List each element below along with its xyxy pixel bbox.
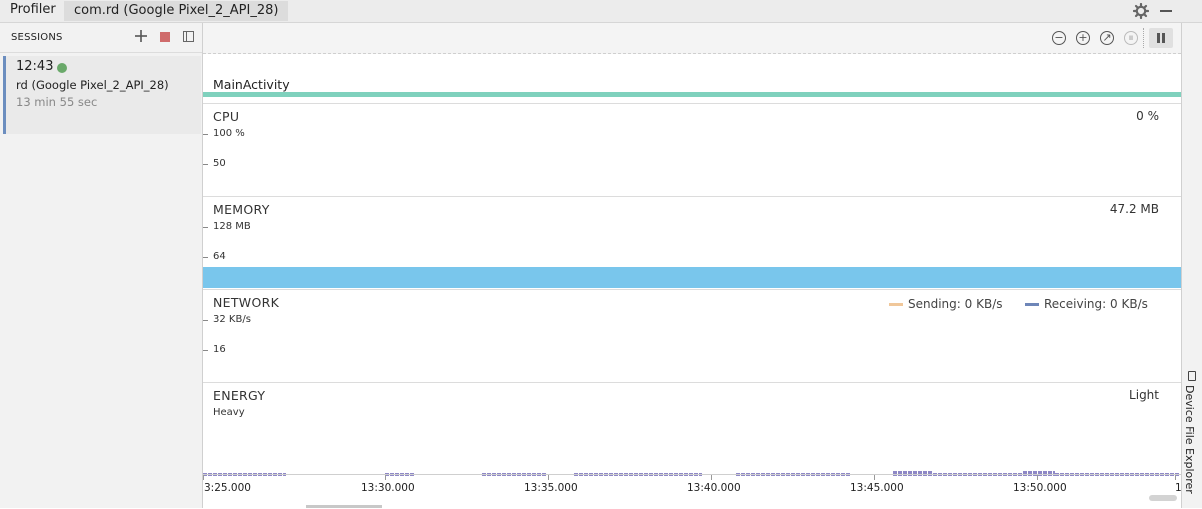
reset-zoom-icon[interactable]: ↗ <box>1100 31 1114 45</box>
time-tick <box>1175 475 1176 480</box>
time-label: 13:40.000 <box>687 482 741 494</box>
memory-title: MEMORY <box>213 202 270 217</box>
sending-legend-swatch <box>889 303 903 306</box>
time-tick <box>203 475 204 480</box>
network-axis-tick <box>203 320 208 321</box>
time-tick <box>711 475 712 480</box>
time-tick <box>385 475 386 480</box>
network-monitor[interactable]: NETWORK Sending: 0 KB/s Receiving: 0 KB/… <box>203 289 1181 382</box>
network-axis-max: 32 KB/s <box>213 314 251 325</box>
session-device-name: rd (Google Pixel_2_API_28) <box>16 78 169 92</box>
memory-value: 47.2 MB <box>1109 202 1159 216</box>
network-axis-tick <box>203 350 208 351</box>
side-tool-strip: Device File Explorer <box>1181 23 1202 508</box>
network-axis-mid: 16 <box>213 344 226 355</box>
profiler-timeline-area: − + ↗ ⏸ MainActivity CPU 0 % 100 % 50 ME… <box>203 23 1182 509</box>
receiving-legend-swatch <box>1025 303 1039 306</box>
receiving-legend: Receiving: 0 KB/s <box>1025 297 1148 311</box>
energy-axis-max: Heavy <box>213 407 245 418</box>
zoom-out-icon[interactable]: − <box>1052 31 1066 45</box>
sessions-panel: SESSIONS 12:43 rd (Google Pixel_2_API_28… <box>0 23 203 508</box>
memory-usage-area <box>203 267 1181 288</box>
cpu-axis-max: 100 % <box>213 128 245 139</box>
activity-label: MainActivity <box>213 77 290 92</box>
plus-icon[interactable] <box>134 29 148 43</box>
zoom-in-icon[interactable]: + <box>1076 31 1090 45</box>
energy-monitor[interactable]: ENERGY Light Heavy <box>203 382 1181 476</box>
device-icon <box>1188 371 1196 381</box>
title-bar: Profiler com.rd (Google Pixel_2_API_28) <box>0 0 1202 23</box>
timeline-toolbar: − + ↗ ⏸ <box>203 23 1181 54</box>
sending-legend: Sending: 0 KB/s <box>889 297 1002 311</box>
cpu-axis-mid: 50 <box>213 158 226 169</box>
pause-icon[interactable] <box>1149 28 1173 48</box>
time-label: 13:35.000 <box>524 482 578 494</box>
sessions-header: SESSIONS <box>0 23 202 53</box>
receiving-legend-label: Receiving: 0 KB/s <box>1044 297 1148 311</box>
time-tick <box>548 475 549 480</box>
network-title: NETWORK <box>213 295 280 310</box>
timeline-scrollbar[interactable] <box>1149 495 1177 501</box>
jump-to-live-icon[interactable]: ⏸ <box>1124 31 1138 45</box>
time-axis[interactable]: 3:25.000 13:30.000 13:35.000 13:40.000 1… <box>203 474 1182 509</box>
sessions-title: SESSIONS <box>11 32 63 43</box>
activity-bar[interactable] <box>203 92 1181 97</box>
memory-axis-tick <box>203 257 208 258</box>
time-label: 13:45.000 <box>850 482 904 494</box>
minimize-icon[interactable] <box>1160 10 1172 12</box>
sending-legend-label: Sending: 0 KB/s <box>908 297 1003 311</box>
profiler-window: Profiler com.rd (Google Pixel_2_API_28) … <box>0 0 1202 508</box>
cpu-axis-tick <box>203 134 208 135</box>
time-label: 13:50.000 <box>1013 482 1067 494</box>
time-tick <box>874 475 875 480</box>
cpu-axis-tick <box>203 164 208 165</box>
cpu-monitor[interactable]: CPU 0 % 100 % 50 <box>203 103 1181 196</box>
memory-axis-mid: 64 <box>213 251 226 262</box>
energy-value: Light <box>1129 388 1159 402</box>
session-time: 12:43 <box>16 59 54 74</box>
time-label: 3:25.000 <box>204 482 251 494</box>
collapse-panel-icon[interactable] <box>183 31 194 42</box>
session-live-status-icon <box>57 63 67 73</box>
memory-monitor[interactable]: MEMORY 47.2 MB 128 MB 64 <box>203 196 1181 289</box>
session-duration: 13 min 55 sec <box>16 95 98 109</box>
device-file-explorer-tab[interactable]: Device File Explorer <box>1183 385 1196 494</box>
energy-title: ENERGY <box>213 388 266 403</box>
profiler-title: Profiler <box>10 2 56 17</box>
process-tab[interactable]: com.rd (Google Pixel_2_API_28) <box>64 1 289 21</box>
time-label: 13:30.000 <box>361 482 415 494</box>
gear-icon[interactable] <box>1133 3 1149 19</box>
cpu-title: CPU <box>213 109 240 124</box>
session-selected-indicator <box>3 56 6 134</box>
stop-icon[interactable] <box>160 32 170 42</box>
memory-axis-tick <box>203 227 208 228</box>
time-tick <box>1037 475 1038 480</box>
toolbar-separator <box>1143 28 1145 48</box>
cpu-value: 0 % <box>1136 109 1159 123</box>
session-item[interactable]: 12:43 rd (Google Pixel_2_API_28) 13 min … <box>3 56 201 134</box>
memory-axis-max: 128 MB <box>213 221 251 232</box>
